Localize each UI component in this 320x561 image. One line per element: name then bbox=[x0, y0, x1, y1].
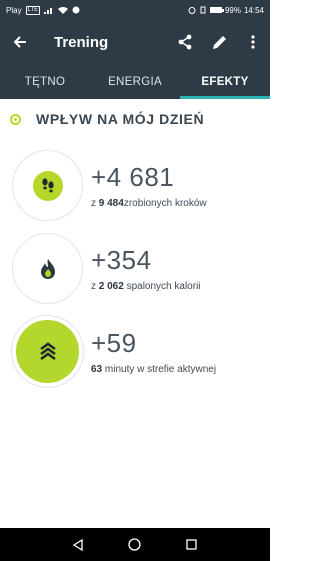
calories-prefix: z bbox=[91, 281, 96, 292]
active-minutes-badge bbox=[12, 316, 83, 387]
system-nav-bar bbox=[0, 528, 270, 561]
nav-home-button[interactable] bbox=[125, 535, 145, 555]
calories-total: 2 062 bbox=[98, 281, 124, 292]
active-minutes-value: +59 bbox=[91, 328, 137, 358]
steps-detail: z 9 484zrobionych kroków bbox=[91, 198, 207, 209]
calories-detail: z 2 062 spalonych kalorii bbox=[91, 281, 201, 292]
nav-home-icon bbox=[128, 538, 142, 551]
active-minutes-suffix: minuty w strefie aktywnej bbox=[102, 364, 217, 375]
steps-value: +4 681 bbox=[91, 162, 175, 192]
steps-prefix: z bbox=[91, 198, 96, 209]
clock: 14:54 bbox=[243, 5, 264, 15]
impact-active-minutes: +59 63 minuty w strefie aktywnej bbox=[12, 316, 262, 390]
tab-efekty[interactable]: EFEKTY bbox=[180, 64, 270, 99]
tab-tetno[interactable]: TĘTNO bbox=[0, 64, 90, 99]
tab-bar: TĘTNO ENERGIA EFEKTY bbox=[0, 64, 270, 99]
vibrate-icon bbox=[200, 6, 206, 14]
active-minutes-total: 63 bbox=[91, 364, 103, 375]
steps-badge bbox=[12, 150, 83, 221]
edit-button[interactable] bbox=[202, 20, 236, 64]
nav-back-button[interactable] bbox=[68, 535, 88, 555]
messenger-icon bbox=[72, 6, 80, 14]
back-button[interactable] bbox=[0, 20, 40, 64]
page-title: Trening bbox=[54, 33, 109, 51]
status-bar: Play LTE 99% 14:54 bbox=[0, 0, 270, 20]
pencil-icon bbox=[212, 35, 226, 49]
active-minutes-detail: 63 minuty w strefie aktywnej bbox=[91, 364, 216, 375]
footsteps-icon bbox=[41, 177, 54, 192]
carrier-label: Play bbox=[6, 5, 22, 15]
share-button[interactable] bbox=[168, 20, 202, 64]
more-vertical-icon bbox=[251, 35, 255, 49]
section-title: WPŁYW NA MÓJ DZIEŃ bbox=[36, 111, 205, 127]
more-button[interactable] bbox=[236, 20, 270, 64]
share-icon bbox=[178, 34, 192, 50]
wifi-icon bbox=[58, 7, 69, 14]
flame-icon bbox=[40, 258, 55, 279]
nav-recents-icon bbox=[186, 539, 197, 550]
nav-back-icon bbox=[73, 538, 83, 551]
section-header: WPŁYW NA MÓJ DZIEŃ bbox=[10, 111, 204, 127]
target-icon bbox=[10, 113, 21, 125]
calories-suffix: spalonych kalorii bbox=[123, 281, 201, 292]
nav-recents-button[interactable] bbox=[182, 535, 202, 555]
battery-percent: 99% bbox=[224, 5, 241, 15]
steps-total: 9 484 bbox=[98, 198, 124, 209]
alarm-icon bbox=[188, 7, 196, 14]
impact-steps: +4 681 z 9 484zrobionych kroków bbox=[12, 150, 262, 224]
tab-energia[interactable]: ENERGIA bbox=[90, 64, 180, 99]
active-zone-icon bbox=[39, 341, 56, 360]
signal-icon bbox=[44, 8, 53, 14]
steps-suffix: zrobionych kroków bbox=[123, 198, 207, 209]
calories-badge bbox=[12, 233, 83, 304]
app-bar: Trening bbox=[0, 20, 270, 64]
calories-value: +354 bbox=[91, 245, 152, 275]
network-badge: LTE bbox=[25, 5, 41, 15]
back-arrow-icon bbox=[13, 36, 26, 48]
battery-icon bbox=[209, 7, 224, 13]
impact-calories: +354 z 2 062 spalonych kalorii bbox=[12, 233, 262, 307]
